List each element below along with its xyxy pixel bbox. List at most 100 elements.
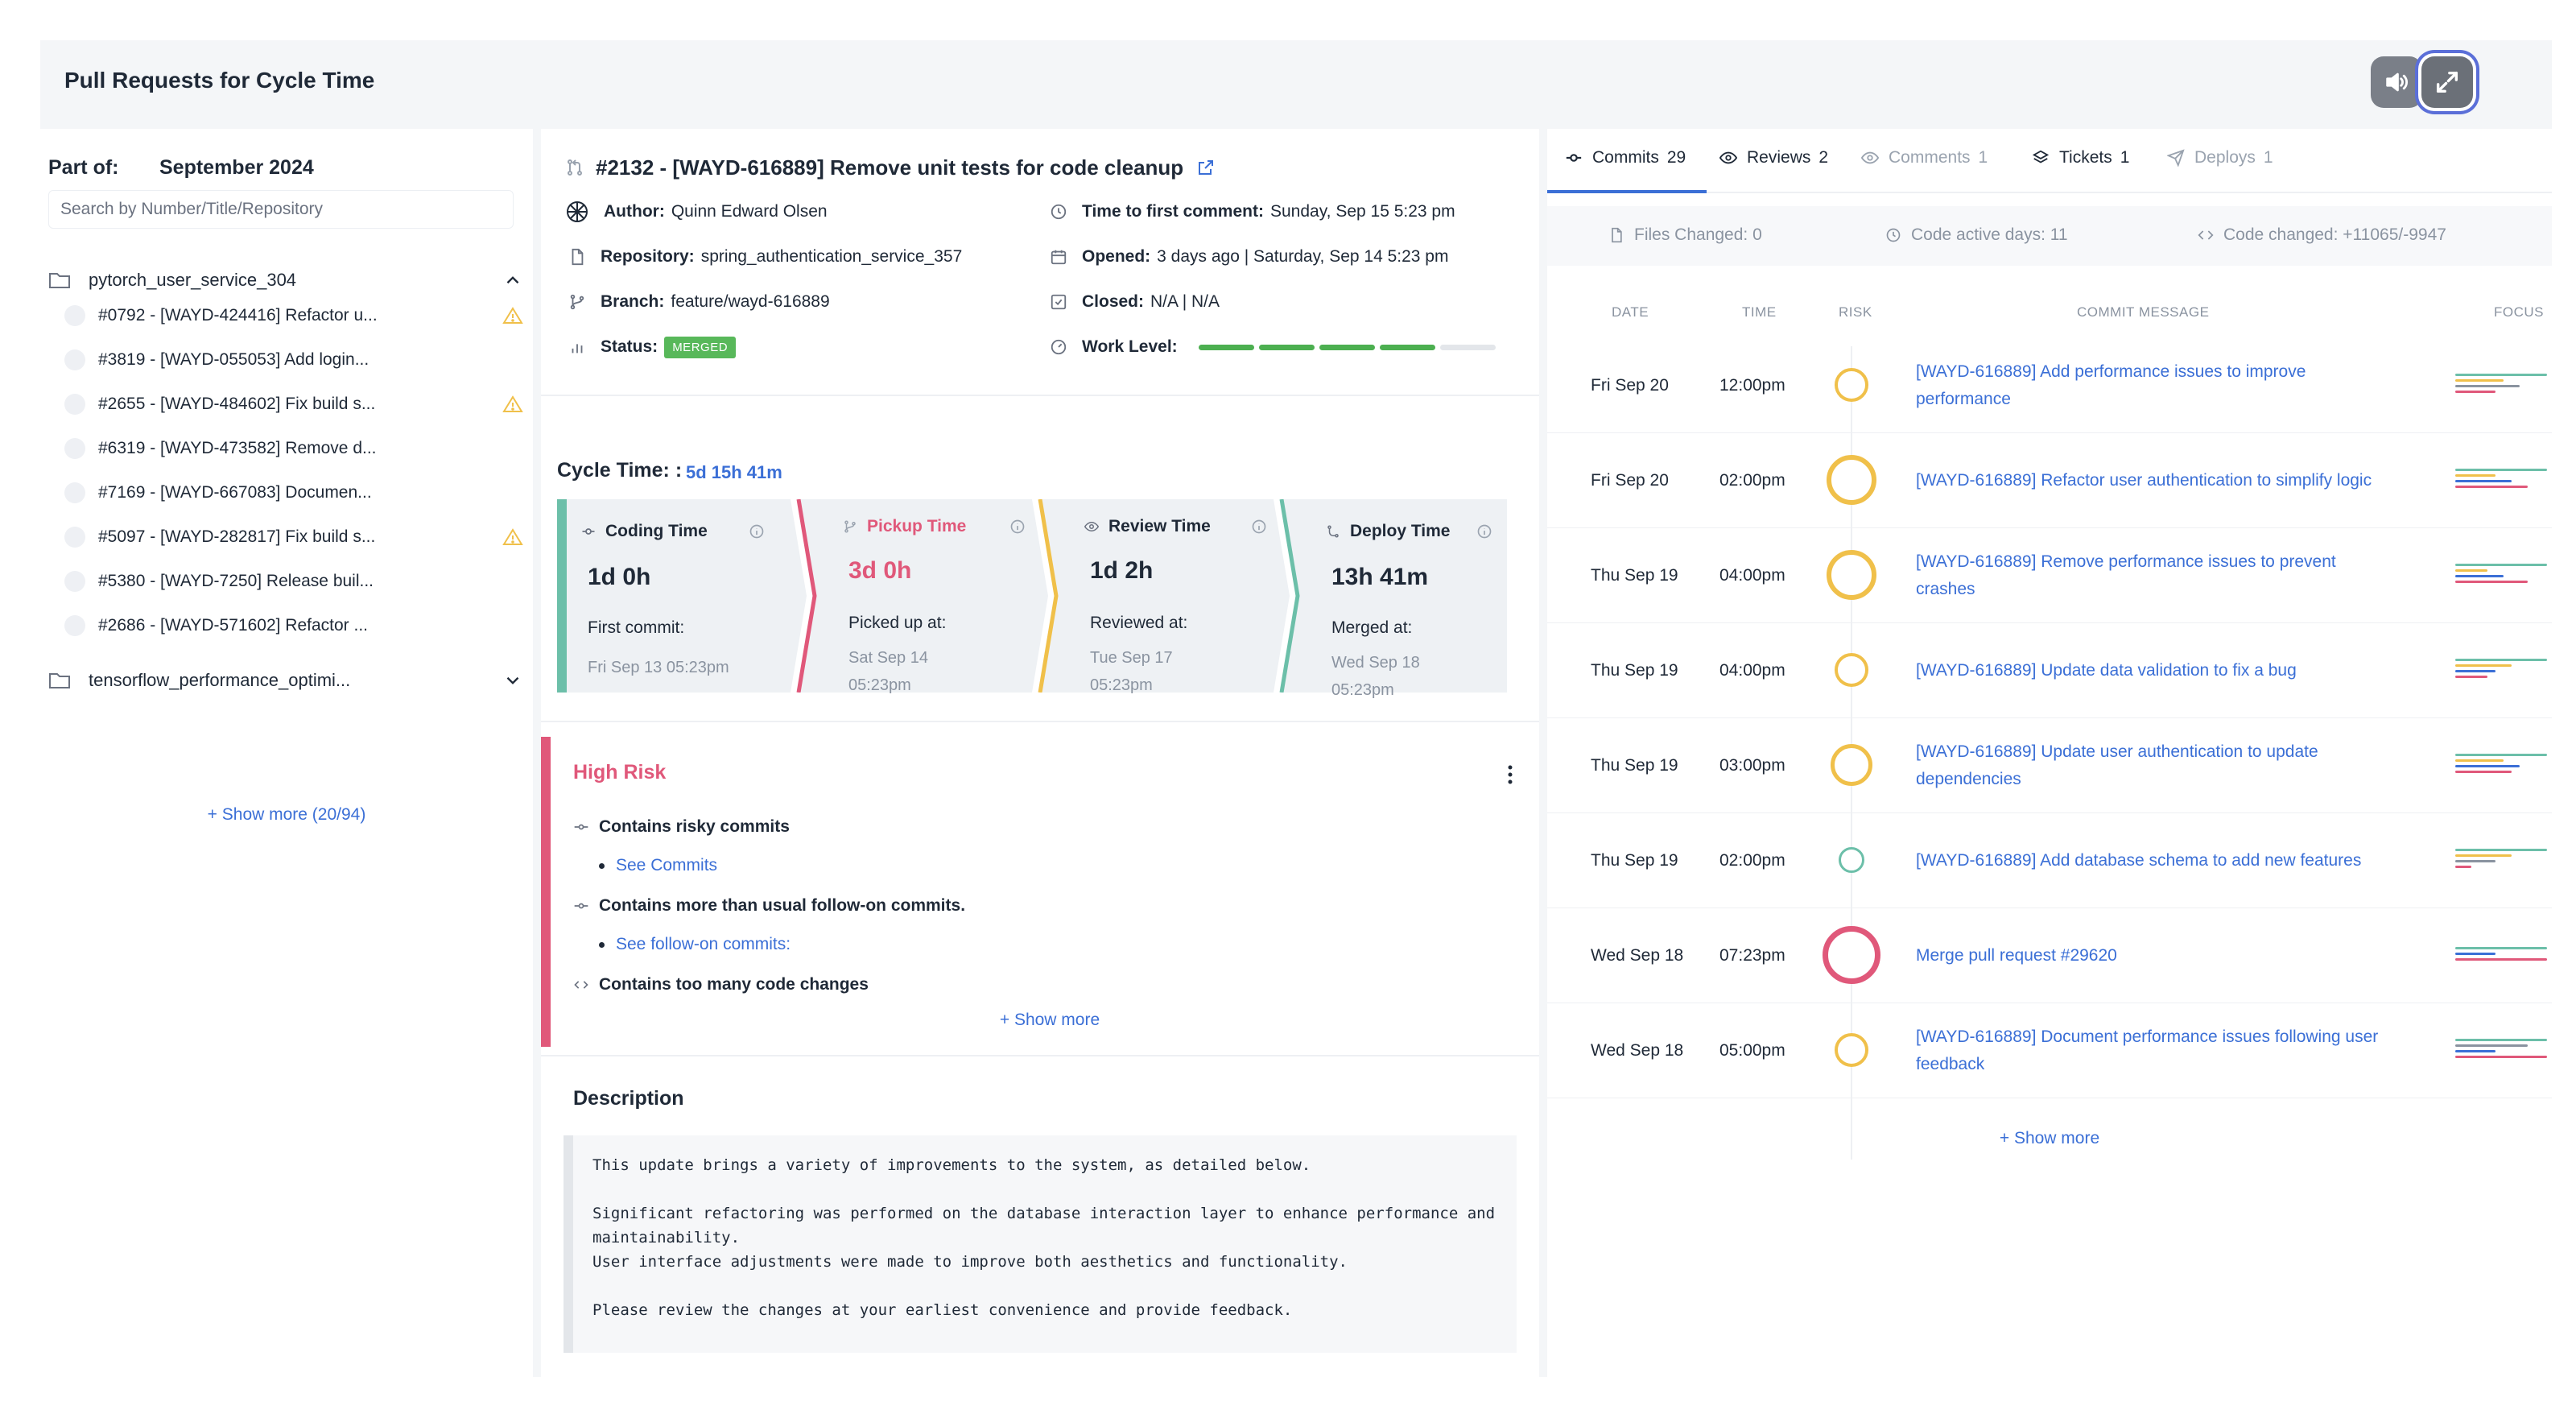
show-more-prs-link[interactable]: + Show more (20/94) — [40, 805, 533, 825]
focus-bar — [2455, 759, 2504, 762]
work-level-segment — [1258, 344, 1315, 350]
info-icon[interactable] — [749, 523, 765, 540]
commit-row[interactable]: Thu Sep 19 04:00pm [WAYD-616889] Update da… — [1547, 623, 2552, 718]
info-icon[interactable] — [1009, 519, 1026, 535]
part-of-value: September 2024 — [159, 156, 314, 179]
repo-group-header[interactable]: tensorflow_performance_optimi... — [48, 664, 523, 697]
tab-comments[interactable]: Comments 1 — [1861, 148, 1988, 167]
work-level-bar — [1198, 344, 1496, 350]
pr-list-item-label: #2655 - [WAYD-484602] Fix build s... — [98, 395, 376, 413]
pr-title-row: #2132 - [WAYD-616889] Remove unit tests … — [565, 151, 1216, 184]
commit-row[interactable]: Thu Sep 19 02:00pm [WAYD-616889] Add datab… — [1547, 813, 2552, 908]
show-more-commits-link[interactable]: + Show more — [1547, 1129, 2552, 1148]
pr-list-item-label: #0792 - [WAYD-424416] Refactor u... — [98, 306, 378, 325]
commit-row[interactable]: Thu Sep 19 03:00pm [WAYD-616889] Update us… — [1547, 718, 2552, 813]
tab-commits[interactable]: Commits 29 — [1565, 148, 1686, 167]
focus-bar — [2455, 849, 2547, 851]
commit-row[interactable]: Fri Sep 20 12:00pm [WAYD-616889] Add perfo… — [1547, 338, 2552, 433]
stage-name: Coding Time — [581, 522, 708, 541]
chevron-up-icon[interactable] — [502, 270, 523, 291]
chevron-down-icon[interactable] — [502, 670, 523, 691]
pr-list-item[interactable]: #3819 - [WAYD-055053] Add login... — [64, 344, 523, 376]
commit-time: 07:23pm — [1719, 945, 1785, 965]
pr-list-item[interactable]: #7169 - [WAYD-667083] Documen... — [64, 477, 523, 509]
kebab-menu-icon[interactable] — [1507, 764, 1513, 785]
focus-bar — [2455, 385, 2520, 387]
commit-message-link[interactable]: [WAYD-616889] Add performance issues to … — [1916, 338, 2399, 432]
column-header-message: COMMIT MESSAGE — [2077, 304, 2210, 320]
stage-duration: 1d 0h — [588, 564, 651, 590]
commit-date: Thu Sep 19 — [1591, 565, 1678, 585]
stage-name: Review Time — [1084, 517, 1211, 536]
tab-tickets[interactable]: Tickets 1 — [2032, 148, 2129, 167]
focus-bars — [2455, 946, 2547, 964]
send-icon — [2167, 149, 2185, 167]
commit-message-link[interactable]: [WAYD-616889] Remove performance issues … — [1916, 528, 2399, 622]
divider — [541, 395, 1539, 396]
show-more-risk-link[interactable]: + Show more — [551, 1011, 1549, 1030]
commit-message-link[interactable]: [WAYD-616889] Refactor user authenticati… — [1916, 433, 2399, 527]
status-dot — [64, 482, 85, 503]
stage-duration: 1d 2h — [1090, 557, 1154, 584]
see-commits-link[interactable]: See Commits — [599, 856, 717, 875]
stage-date: Sat Sep 14 05:23pm — [848, 649, 928, 694]
tab-deploys[interactable]: Deploys 1 — [2167, 148, 2273, 167]
stage-sub-label: Merged at: — [1331, 618, 1413, 637]
work-level-segment — [1319, 344, 1375, 350]
commit-row[interactable]: Wed Sep 18 07:23pm Merge pull request #296… — [1547, 908, 2552, 1003]
commit-time: 04:00pm — [1719, 565, 1785, 585]
clock-icon — [1051, 204, 1067, 220]
commit-message-link[interactable]: [WAYD-616889] Document performance issue… — [1916, 1003, 2399, 1098]
commit-time: 03:00pm — [1719, 755, 1785, 775]
pr-list-item[interactable]: #5380 - [WAYD-7250] Release buil... — [64, 565, 523, 597]
pr-list-item[interactable]: #0792 - [WAYD-424416] Refactor u... — [64, 300, 523, 332]
expand-button[interactable] — [2421, 56, 2473, 108]
focus-bar — [2455, 374, 2547, 376]
clock-icon — [1886, 228, 1901, 242]
commit-icon — [574, 824, 588, 830]
commit-message-link[interactable]: [WAYD-616889] Update data validation to … — [1916, 623, 2399, 717]
commit-date: Fri Sep 20 — [1591, 470, 1669, 490]
commit-message-link[interactable]: Merge pull request #29620 — [1916, 908, 2399, 1003]
pr-list-item[interactable]: #2686 - [WAYD-571602] Refactor ... — [64, 610, 523, 642]
speaker-icon — [2386, 72, 2408, 92]
first-comment-row: Time to first comment: Sunday, Sep 15 5:… — [1050, 198, 1455, 225]
pr-list-item-label: #6319 - [WAYD-473582] Remove d... — [98, 439, 377, 457]
commit-row[interactable]: Wed Sep 18 05:00pm [WAYD-616889] Document … — [1547, 1003, 2552, 1098]
branch-name: feature/wayd-616889 — [671, 292, 830, 311]
page-title: Pull Requests for Cycle Time — [64, 68, 375, 93]
search-input[interactable] — [48, 190, 514, 229]
focus-bar — [2455, 1050, 2496, 1052]
pr-list-item[interactable]: #2655 - [WAYD-484602] Fix build s... — [64, 388, 523, 420]
focus-bars — [2455, 659, 2547, 681]
tab-reviews[interactable]: Reviews 2 — [1719, 148, 1828, 167]
commit-date: Wed Sep 18 — [1591, 945, 1684, 965]
info-icon[interactable] — [1476, 523, 1492, 540]
commit-message-link[interactable]: [WAYD-616889] Update user authentication… — [1916, 718, 2399, 812]
see-follow-on-commits-link[interactable]: See follow-on commits: — [599, 935, 791, 954]
work-level-segment — [1198, 344, 1254, 350]
focus-bar — [2455, 866, 2471, 868]
focus-bar — [2455, 569, 2487, 572]
gauge-icon — [1051, 339, 1067, 355]
info-icon[interactable] — [1251, 519, 1267, 535]
focus-bar — [2455, 676, 2487, 678]
sound-button[interactable] — [2371, 56, 2422, 108]
risk-reason: Contains more than usual follow-on commi… — [573, 896, 965, 916]
commit-row[interactable]: Thu Sep 19 04:00pm [WAYD-616889] Remove pe… — [1547, 528, 2552, 623]
pr-list-item[interactable]: #6319 - [WAYD-473582] Remove d... — [64, 432, 523, 465]
repo-group-header[interactable]: pytorch_user_service_304 — [48, 264, 523, 296]
author-row: Author: Quinn Edward Olsen — [565, 198, 828, 225]
commit-time: 05:00pm — [1719, 1040, 1785, 1060]
commit-row[interactable]: Fri Sep 20 02:00pm [WAYD-616889] Refactor … — [1547, 433, 2552, 528]
commit-message-link[interactable]: [WAYD-616889] Add database schema to add… — [1916, 813, 2399, 908]
external-link-icon[interactable] — [1196, 158, 1216, 177]
pr-list-item[interactable]: #5097 - [WAYD-282817] Fix build s... — [64, 521, 523, 553]
pr-detail-panel: #2132 - [WAYD-616889] Remove unit tests … — [541, 129, 1539, 1377]
stage-date: Tue Sep 17 05:23pm — [1090, 649, 1173, 694]
layers-icon — [2032, 150, 2050, 163]
pr-list-item-label: #3819 - [WAYD-055053] Add login... — [98, 350, 369, 369]
pr-list-panel: Part of: September 2024 pytorch_user_ser… — [40, 129, 533, 1377]
deploy-icon — [1327, 525, 1339, 538]
comment-icon — [1861, 151, 1879, 164]
